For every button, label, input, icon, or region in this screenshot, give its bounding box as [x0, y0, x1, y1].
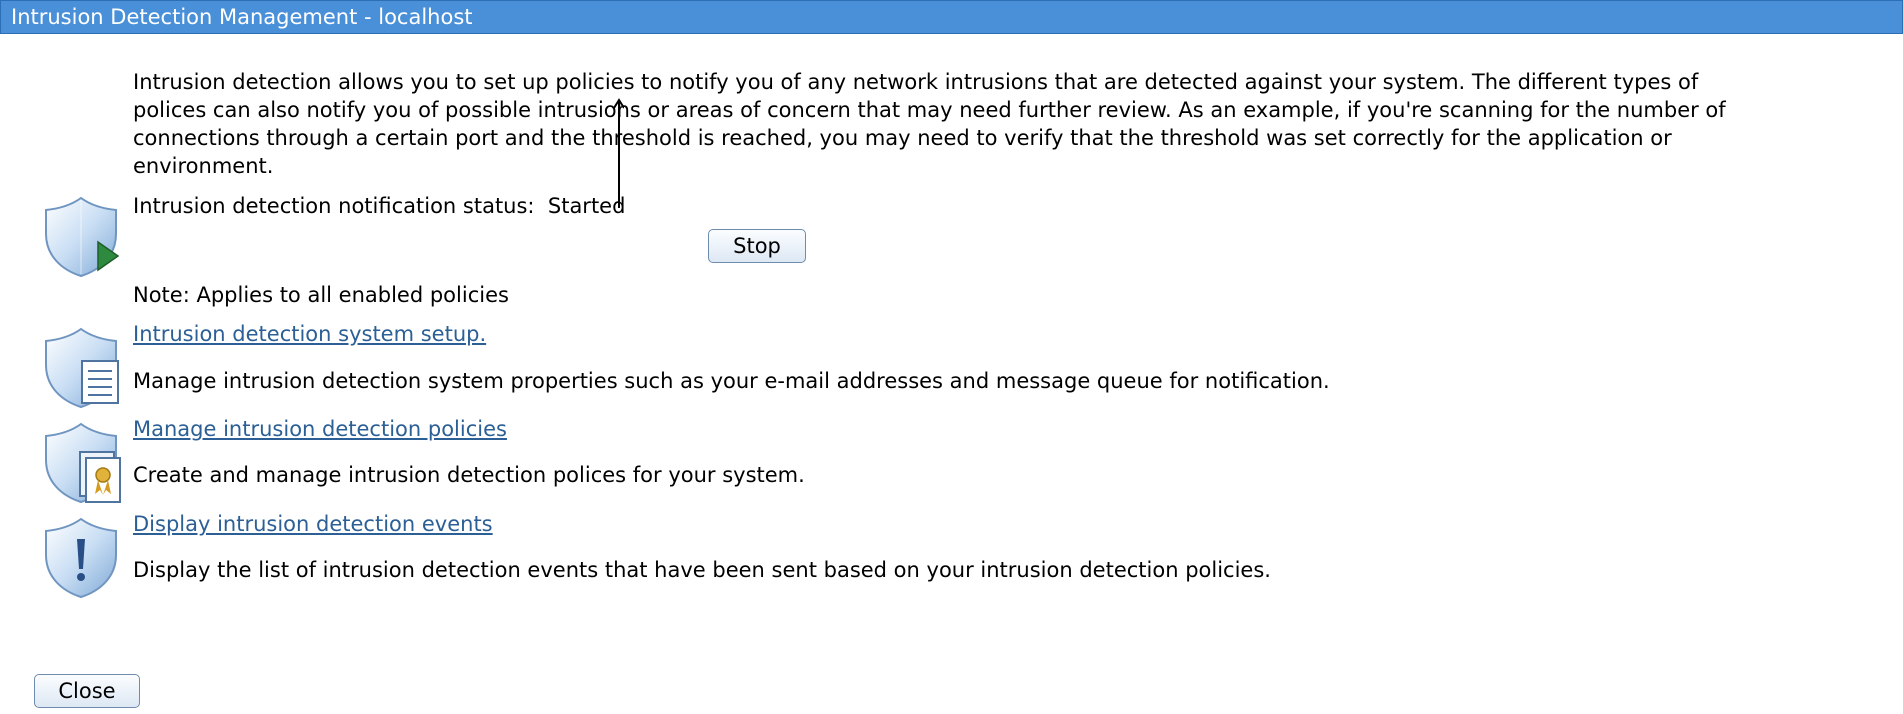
notification-status-row: Intrusion detection notification status:… [133, 192, 625, 220]
intro-paragraph: Intrusion detection allows you to set up… [133, 68, 1903, 180]
shield-certificate-icon [45, 422, 121, 504]
status-label: Intrusion detection notification status: [133, 194, 535, 218]
shield-exclamation-icon [45, 517, 117, 599]
status-note: Note: Applies to all enabled policies [133, 283, 509, 307]
stop-button[interactable]: Stop [708, 229, 806, 263]
manage-policies-description: Create and manage intrusion detection po… [133, 463, 805, 487]
display-events-link[interactable]: Display intrusion detection events [133, 510, 493, 538]
display-events-description: Display the list of intrusion detection … [133, 558, 1271, 582]
manage-policies-link[interactable]: Manage intrusion detection policies [133, 415, 507, 443]
text-cursor-icon [614, 98, 624, 208]
shield-list-icon [45, 327, 119, 409]
intro-line: polices can also notify you of possible … [133, 98, 1726, 122]
intro-line: Intrusion detection allows you to set up… [133, 70, 1699, 94]
close-button[interactable]: Close [34, 674, 140, 708]
system-setup-link[interactable]: Intrusion detection system setup. [133, 320, 486, 348]
main-content: Intrusion detection allows you to set up… [0, 34, 1903, 714]
intro-line: connections through a certain port and t… [133, 126, 1672, 150]
system-setup-description: Manage intrusion detection system proper… [133, 369, 1330, 393]
window-title: Intrusion Detection Management - localho… [11, 5, 473, 29]
window-titlebar: Intrusion Detection Management - localho… [0, 0, 1903, 34]
intro-line: environment. [133, 154, 274, 178]
shield-play-icon [45, 196, 120, 278]
